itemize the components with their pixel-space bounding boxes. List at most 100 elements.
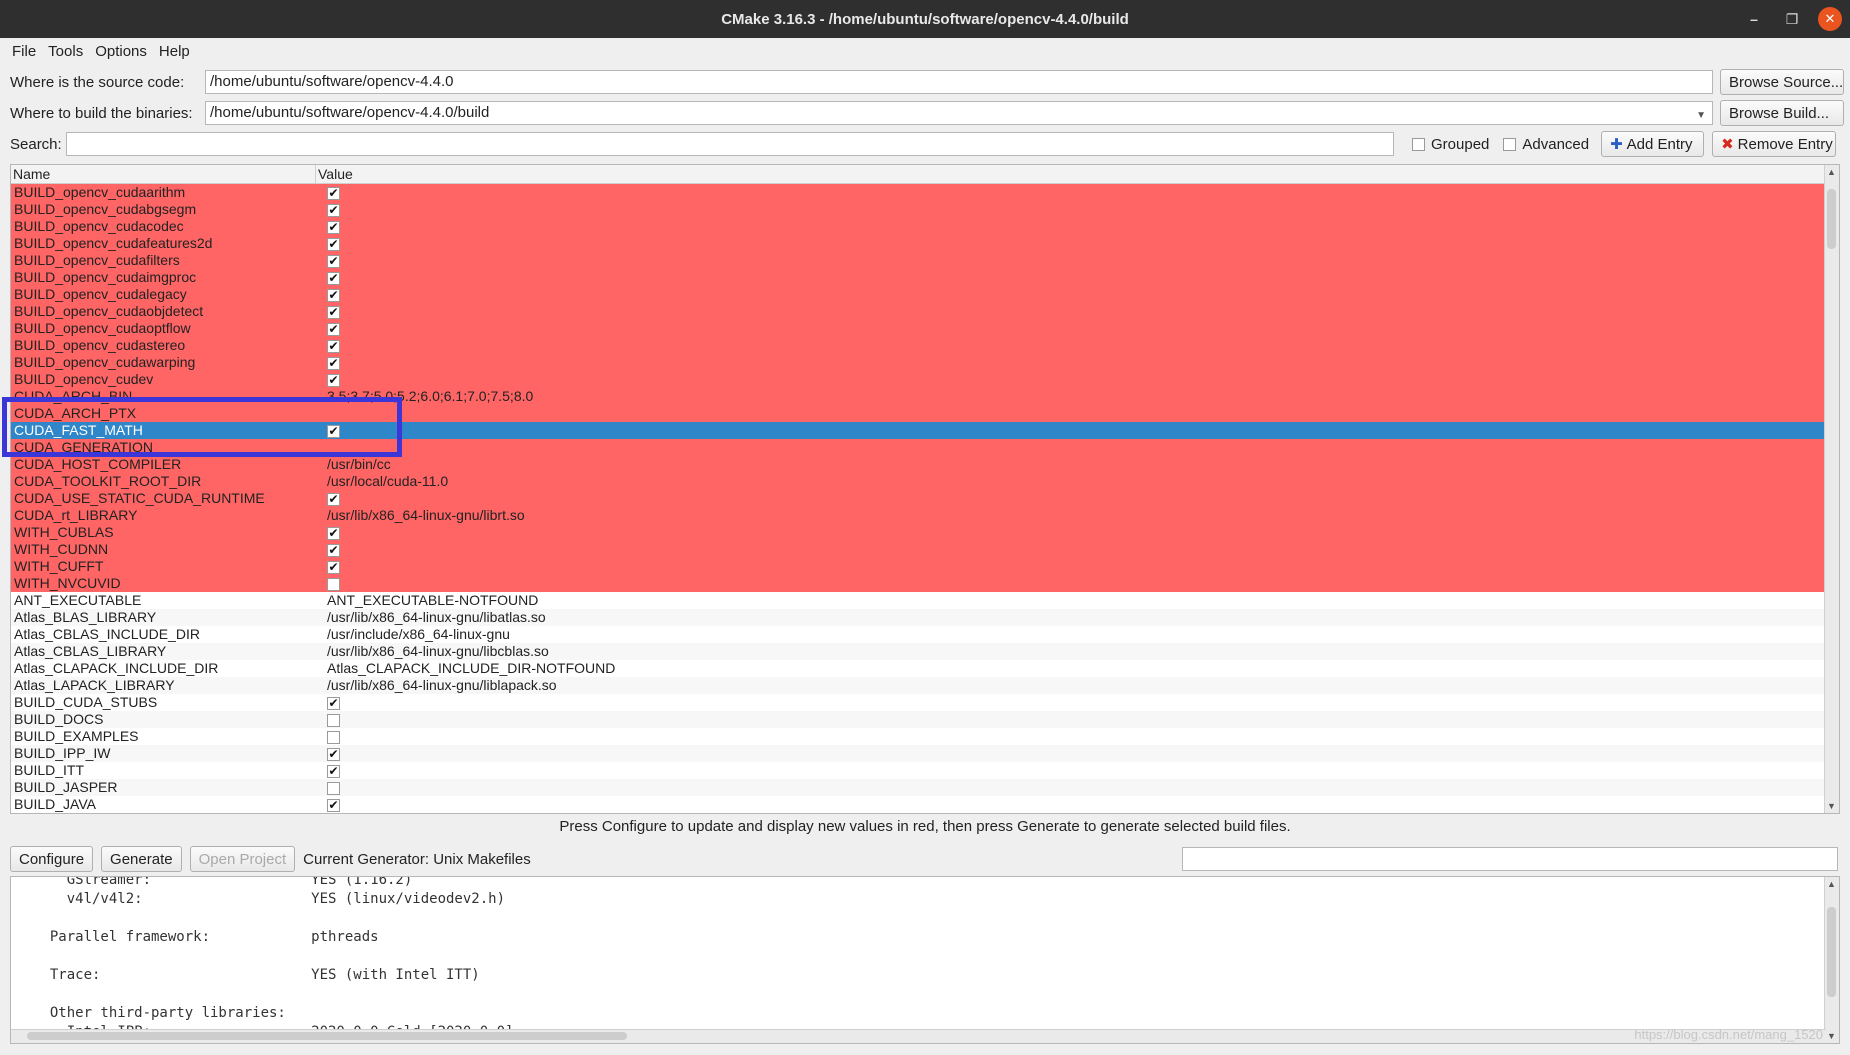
close-icon[interactable]: ✕ xyxy=(1818,7,1842,31)
minimize-icon[interactable]: – xyxy=(1742,7,1766,31)
log-hscroll-thumb[interactable] xyxy=(27,1032,627,1040)
build-path-combo[interactable]: /home/ubuntu/software/opencv-4.4.0/build… xyxy=(205,101,1713,125)
restore-icon[interactable]: ❐ xyxy=(1780,7,1804,31)
table-scroll-thumb[interactable] xyxy=(1827,189,1836,249)
table-row[interactable]: CUDA_rt_LIBRARY/usr/lib/x86_64-linux-gnu… xyxy=(11,507,1826,524)
menu-help[interactable]: Help xyxy=(153,43,196,60)
search-input[interactable] xyxy=(66,132,1394,156)
table-row[interactable]: BUILD_EXAMPLES xyxy=(11,728,1826,745)
cell-value[interactable]: 3.5;3.7;5.0;5.2;6.0;6.1;7.0;7.5;8.0 xyxy=(313,388,533,405)
checked-checkbox[interactable]: ✔ xyxy=(327,764,340,778)
table-row[interactable]: BUILD_JAVA ✔ xyxy=(11,796,1826,813)
table-row[interactable]: BUILD_opencv_cudaobjdetect ✔ xyxy=(11,303,1826,320)
cache-table[interactable]: Name Value BUILD_opencv_cudaarithm ✔ BUILD… xyxy=(10,164,1840,814)
checked-checkbox[interactable]: ✔ xyxy=(327,288,340,302)
checked-checkbox[interactable]: ✔ xyxy=(327,356,340,370)
menu-file[interactable]: File xyxy=(6,43,42,60)
configure-button[interactable]: Configure xyxy=(10,846,94,872)
table-row[interactable]: CUDA_USE_STATIC_CUDA_RUNTIME ✔ xyxy=(11,490,1826,507)
menu-options[interactable]: Options xyxy=(89,43,153,60)
checked-checkbox[interactable]: ✔ xyxy=(327,696,340,710)
table-row[interactable]: CUDA_GENERATION xyxy=(11,439,1826,456)
advanced-checkbox-box[interactable] xyxy=(1503,137,1517,151)
table-row[interactable]: CUDA_ARCH_BIN 3.5;3.7;5.0;5.2;6.0;6.1;7.0… xyxy=(11,388,1826,405)
unchecked-checkbox[interactable] xyxy=(327,577,340,591)
scroll-down-icon[interactable]: ▼ xyxy=(1827,801,1836,811)
table-row[interactable]: Atlas_CBLAS_INCLUDE_DIR/usr/include/x86_… xyxy=(11,626,1826,643)
table-row[interactable]: CUDA_TOOLKIT_ROOT_DIR/usr/local/cuda-11.… xyxy=(11,473,1826,490)
checked-checkbox[interactable]: ✔ xyxy=(327,203,340,217)
table-row[interactable]: BUILD_opencv_cudaarithm ✔ xyxy=(11,184,1826,201)
checked-checkbox[interactable]: ✔ xyxy=(327,492,340,506)
table-scrollbar[interactable]: ▲ ▼ xyxy=(1824,165,1839,813)
cell-value[interactable]: /usr/lib/x86_64-linux-gnu/libatlas.so xyxy=(313,609,546,626)
checked-checkbox[interactable]: ✔ xyxy=(327,254,340,268)
table-row[interactable]: BUILD_IPP_IW ✔ xyxy=(11,745,1826,762)
table-row[interactable]: WITH_CUFFT ✔ xyxy=(11,558,1826,575)
table-row[interactable]: Atlas_LAPACK_LIBRARY/usr/lib/x86_64-linu… xyxy=(11,677,1826,694)
cell-value[interactable]: /usr/lib/x86_64-linux-gnu/liblapack.so xyxy=(313,677,557,694)
checked-checkbox[interactable]: ✔ xyxy=(327,237,340,251)
table-row[interactable]: Atlas_CBLAS_LIBRARY/usr/lib/x86_64-linux… xyxy=(11,643,1826,660)
table-row[interactable]: Atlas_CLAPACK_INCLUDE_DIR Atlas_CLAPACK_I… xyxy=(11,660,1826,677)
cell-value[interactable]: /usr/bin/cc xyxy=(313,456,391,473)
table-row[interactable]: WITH_CUDNN ✔ xyxy=(11,541,1826,558)
cell-value[interactable]: /usr/lib/x86_64-linux-gnu/librt.so xyxy=(313,507,525,524)
table-row[interactable]: BUILD_JASPER xyxy=(11,779,1826,796)
table-row[interactable]: Atlas_BLAS_LIBRARY/usr/lib/x86_64-linux-… xyxy=(11,609,1826,626)
table-row[interactable]: CUDA_ARCH_PTX xyxy=(11,405,1826,422)
log-horizontal-scrollbar[interactable] xyxy=(11,1029,1826,1043)
table-row[interactable]: BUILD_DOCS xyxy=(11,711,1826,728)
checked-checkbox[interactable]: ✔ xyxy=(327,424,340,438)
unchecked-checkbox[interactable] xyxy=(327,713,340,727)
column-header-name[interactable]: Name xyxy=(11,165,316,183)
checked-checkbox[interactable]: ✔ xyxy=(327,305,340,319)
checked-checkbox[interactable]: ✔ xyxy=(327,560,340,574)
scroll-up-icon[interactable]: ▲ xyxy=(1827,167,1836,177)
cell-value[interactable]: Atlas_CLAPACK_INCLUDE_DIR-NOTFOUND xyxy=(313,660,615,677)
grouped-checkbox-box[interactable] xyxy=(1412,137,1425,151)
add-entry-button[interactable]: ✚ Add Entry xyxy=(1601,131,1705,157)
checked-checkbox[interactable]: ✔ xyxy=(327,543,340,557)
log-vertical-scrollbar[interactable]: ▲ ▼ xyxy=(1824,877,1839,1043)
checked-checkbox[interactable]: ✔ xyxy=(327,526,340,540)
chevron-down-icon[interactable]: ▼ xyxy=(1696,108,1706,124)
column-header-value[interactable]: Value xyxy=(316,165,353,183)
table-row[interactable]: BUILD_opencv_cudafeatures2d ✔ xyxy=(11,235,1826,252)
source-path-field[interactable]: /home/ubuntu/software/opencv-4.4.0 xyxy=(205,70,1713,94)
table-row[interactable]: BUILD_opencv_cudafilters ✔ xyxy=(11,252,1826,269)
table-row[interactable]: BUILD_opencv_cudalegacy ✔ xyxy=(11,286,1826,303)
advanced-checkbox[interactable]: Advanced xyxy=(1503,136,1589,153)
menu-tools[interactable]: Tools xyxy=(42,43,89,60)
checked-checkbox[interactable]: ✔ xyxy=(327,339,340,353)
checked-checkbox[interactable]: ✔ xyxy=(327,271,340,285)
browse-build-button[interactable]: Browse Build... xyxy=(1720,100,1844,126)
table-row[interactable]: BUILD_opencv_cudabgsegm ✔ xyxy=(11,201,1826,218)
table-row[interactable]: BUILD_opencv_cudev ✔ xyxy=(11,371,1826,388)
log-scroll-thumb[interactable] xyxy=(1827,907,1836,997)
checked-checkbox[interactable]: ✔ xyxy=(327,186,340,200)
checked-checkbox[interactable]: ✔ xyxy=(327,220,340,234)
cell-value[interactable]: /usr/include/x86_64-linux-gnu xyxy=(313,626,510,643)
cell-value[interactable]: ANT_EXECUTABLE-NOTFOUND xyxy=(313,592,538,609)
table-row[interactable]: BUILD_ITT ✔ xyxy=(11,762,1826,779)
output-log[interactable]: GStreamer: YES (1.16.2) v4l/v4l2: YES (l… xyxy=(10,876,1840,1044)
checked-checkbox[interactable]: ✔ xyxy=(327,322,340,336)
table-row[interactable]: BUILD_opencv_cudaoptflow ✔ xyxy=(11,320,1826,337)
log-scroll-up-icon[interactable]: ▲ xyxy=(1827,879,1836,889)
browse-source-button[interactable]: Browse Source... xyxy=(1720,69,1844,95)
log-scroll-down-icon[interactable]: ▼ xyxy=(1827,1031,1836,1041)
table-row[interactable]: BUILD_opencv_cudastereo ✔ xyxy=(11,337,1826,354)
table-row[interactable]: CUDA_HOST_COMPILER/usr/bin/cc xyxy=(11,456,1826,473)
table-row[interactable]: WITH_CUBLAS ✔ xyxy=(11,524,1826,541)
unchecked-checkbox[interactable] xyxy=(327,781,340,795)
grouped-checkbox[interactable]: Grouped xyxy=(1412,136,1489,153)
checked-checkbox[interactable]: ✔ xyxy=(327,373,340,387)
remove-entry-button[interactable]: ✖ Remove Entry xyxy=(1712,131,1837,157)
table-row[interactable]: CUDA_FAST_MATH ✔ xyxy=(11,422,1826,439)
table-row[interactable]: BUILD_opencv_cudawarping ✔ xyxy=(11,354,1826,371)
cell-value[interactable]: /usr/local/cuda-11.0 xyxy=(313,473,448,490)
table-row[interactable]: ANT_EXECUTABLE ANT_EXECUTABLE-NOTFOUND xyxy=(11,592,1826,609)
table-row[interactable]: WITH_NVCUVID xyxy=(11,575,1826,592)
unchecked-checkbox[interactable] xyxy=(327,730,340,744)
